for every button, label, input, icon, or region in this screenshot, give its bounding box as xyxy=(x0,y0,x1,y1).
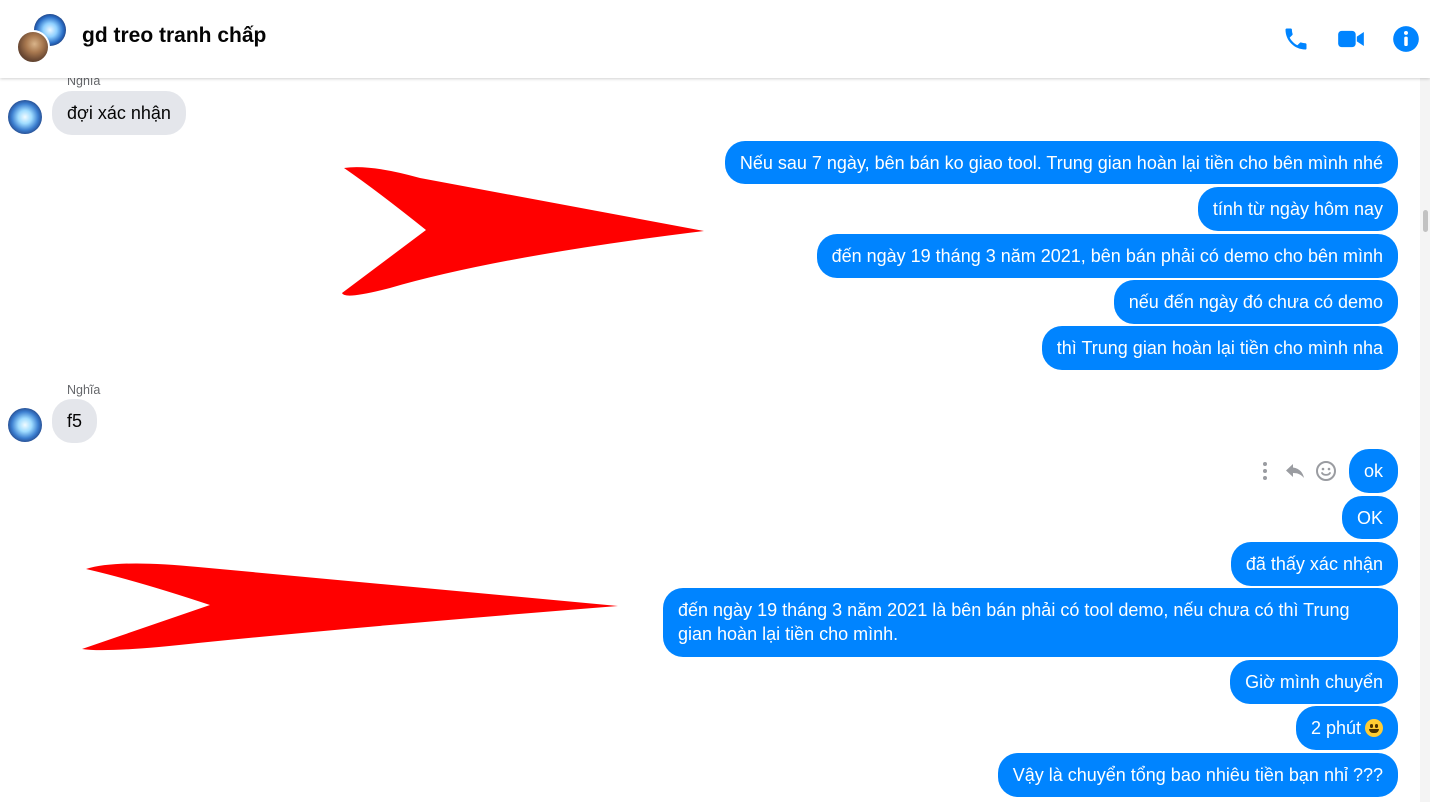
info-icon[interactable] xyxy=(1392,25,1420,53)
message-text: 2 phút xyxy=(1310,718,1361,738)
video-camera-icon[interactable] xyxy=(1337,25,1365,53)
message-bubble-incoming[interactable]: đợi xác nhận xyxy=(52,91,186,135)
smiling-face-emoji xyxy=(1365,719,1383,737)
chat-title[interactable]: gd treo tranh chấp xyxy=(82,24,266,48)
sender-name: Nghĩa xyxy=(67,383,101,397)
message-bubble-outgoing[interactable]: thì Trung gian hoàn lại tiền cho mình nh… xyxy=(1041,326,1398,370)
reply-icon[interactable] xyxy=(1283,459,1307,488)
scrollbar-thumb[interactable] xyxy=(1423,210,1428,232)
scrollbar[interactable] xyxy=(1420,78,1430,802)
message-bubble-outgoing[interactable]: đến ngày 19 tháng 3 năm 2021, bên bán ph… xyxy=(816,234,1398,278)
message-bubble-outgoing[interactable]: Giờ mình chuyển xyxy=(1230,660,1398,704)
message-bubble-outgoing[interactable]: 2 phút xyxy=(1295,706,1398,750)
message-bubble-outgoing[interactable]: đến ngày 19 tháng 3 năm 2021 là bên bán … xyxy=(663,588,1398,657)
chat-header: gd treo tranh chấp xyxy=(0,0,1430,78)
message-bubble-outgoing[interactable]: nếu đến ngày đó chưa có demo xyxy=(1113,280,1398,324)
message-bubble-outgoing[interactable]: OK xyxy=(1341,496,1398,539)
message-bubble-incoming[interactable]: f5 xyxy=(52,399,98,443)
avatar[interactable] xyxy=(8,100,42,134)
react-emoji-icon[interactable] xyxy=(1314,459,1338,488)
more-options-icon[interactable] xyxy=(1256,459,1274,488)
member-avatar-2 xyxy=(16,30,50,64)
message-bubble-outgoing[interactable]: Nếu sau 7 ngày, bên bán ko giao tool. Tr… xyxy=(724,141,1398,184)
phone-icon[interactable] xyxy=(1282,25,1310,53)
message-bubble-outgoing[interactable]: Vậy là chuyển tổng bao nhiêu tiền bạn nh… xyxy=(997,753,1398,797)
message-bubble-outgoing[interactable]: tính từ ngày hôm nay xyxy=(1197,187,1398,231)
message-bubble-outgoing[interactable]: ok xyxy=(1348,449,1398,493)
avatar[interactable] xyxy=(8,408,42,442)
red-arrow-annotation xyxy=(82,563,618,651)
message-bubble-outgoing[interactable]: đã thấy xác nhận xyxy=(1230,542,1398,586)
red-arrow-annotation xyxy=(342,167,704,296)
group-avatar[interactable] xyxy=(16,14,68,66)
